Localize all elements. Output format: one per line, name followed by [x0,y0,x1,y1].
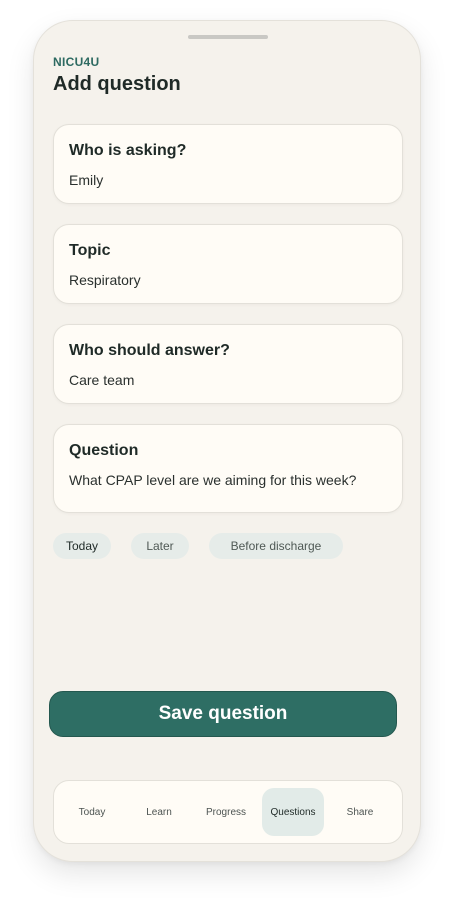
save-question-button[interactable]: Save question [49,691,397,737]
nav-item-questions[interactable]: Questions [262,788,324,836]
bottom-nav: Today Learn Progress Questions Share [53,780,403,844]
nav-item-progress[interactable]: Progress [195,788,257,836]
nav-item-today[interactable]: Today [61,788,123,836]
nav-item-learn[interactable]: Learn [128,788,190,836]
field-label: Topic [69,242,111,259]
topic-field[interactable]: Topic Respiratory [53,224,403,304]
field-label: Who should answer? [69,342,230,359]
nav-item-share[interactable]: Share [329,788,391,836]
app-brand: NICU4U [53,55,100,69]
field-value: Care team [69,372,135,388]
page-title: Add question [53,73,181,95]
field-value: What CPAP level are we aiming for this w… [69,472,357,488]
field-value: Respiratory [69,272,141,288]
chip-before-discharge[interactable]: Before discharge [209,533,343,559]
phone-frame: NICU4U Add question Who is asking? Emily… [33,20,421,862]
chip-later[interactable]: Later [131,533,189,559]
field-label: Question [69,442,139,459]
chip-today[interactable]: Today [53,533,111,559]
who-should-answer-field[interactable]: Who should answer? Care team [53,324,403,404]
question-field[interactable]: Question What CPAP level are we aiming f… [53,424,403,513]
who-is-asking-field[interactable]: Who is asking? Emily [53,124,403,204]
field-value: Emily [69,172,104,188]
field-label: Who is asking? [69,142,187,159]
drag-handle[interactable] [188,35,268,39]
